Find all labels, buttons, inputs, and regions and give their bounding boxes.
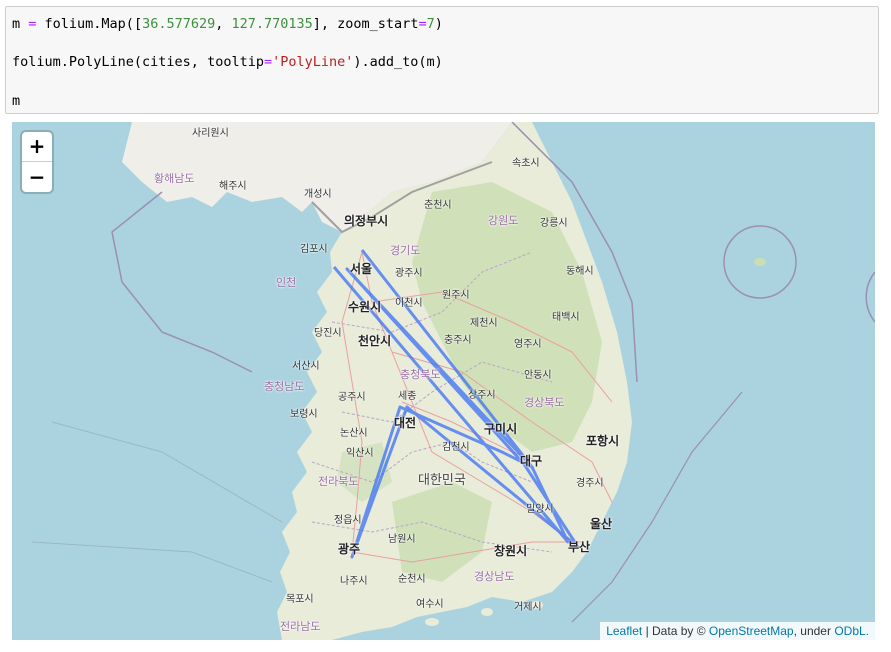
label-gyeongbuk: 경상북도: [524, 396, 565, 409]
label-dangjin: 당진시: [314, 328, 342, 339]
label-changwon: 창원시: [494, 544, 528, 558]
attribution-under: , under: [793, 624, 835, 638]
label-chungju: 충주시: [444, 335, 472, 346]
label-suncheon: 순천시: [398, 574, 426, 585]
label-pohang: 포항시: [586, 434, 620, 448]
label-gongju: 공주시: [338, 392, 366, 403]
label-suwon: 수원시: [348, 300, 382, 314]
code-line-3: m: [12, 93, 21, 109]
label-korea: 대한민국: [418, 473, 466, 488]
label-gangneung: 강릉시: [540, 218, 568, 229]
label-jeonnam: 전라남도: [280, 620, 321, 633]
code-cell[interactable]: m = folium.Map([36.577629, 127.770135], …: [5, 6, 879, 114]
label-gimpo: 김포시: [300, 244, 328, 255]
label-geoje: 거제시: [514, 602, 542, 613]
label-busan: 부산: [568, 540, 591, 554]
label-gimcheon: 김천시: [442, 442, 470, 453]
label-jeonbuk: 전라북도: [318, 475, 359, 488]
label-andong: 안동시: [524, 370, 552, 381]
map-view[interactable]: 사리원시 황해남도 해주시 개성시 속초시 춘천시 의정부시 강원도 강릉시 김…: [12, 122, 875, 640]
label-wonju: 원주시: [442, 290, 470, 301]
label-chungnam: 충청남도: [264, 380, 305, 393]
label-seoul: 서울: [350, 262, 373, 276]
label-jeongeup: 정읍시: [334, 515, 362, 526]
label-gyeongnam: 경상남도: [474, 570, 515, 583]
label-donghae: 동해시: [566, 266, 594, 277]
label-sejong: 세종: [398, 391, 417, 402]
map-attribution: Leaflet | Data by © OpenStreetMap, under…: [600, 622, 875, 640]
label-icheon: 이천시: [395, 298, 423, 309]
label-jecheon: 제천시: [470, 318, 498, 329]
label-chungbuk: 충청북도: [400, 368, 441, 381]
label-mokpo: 목포시: [286, 594, 314, 605]
label-hwanghae: 황해남도: [154, 172, 195, 185]
label-miryang: 밀양시: [526, 504, 554, 515]
osm-link[interactable]: OpenStreetMap: [709, 624, 794, 638]
code-line-2: folium.PolyLine(cities, tooltip='PolyLin…: [12, 54, 443, 70]
label-sokcho: 속초시: [512, 158, 540, 169]
code-line-1: m = folium.Map([36.577629, 127.770135], …: [12, 16, 443, 32]
label-gangwon: 강원도: [488, 214, 519, 227]
label-boryeong: 보령시: [290, 409, 318, 420]
label-kaesong: 개성시: [304, 189, 332, 200]
zoom-out-button[interactable]: −: [22, 162, 52, 192]
label-taebaek: 태백시: [552, 312, 580, 323]
label-sariwon: 사리원시: [192, 128, 229, 139]
label-ulsan: 울산: [590, 517, 613, 531]
label-gyeongju: 경주시: [576, 478, 604, 489]
label-incheon: 인천: [276, 276, 297, 289]
label-naju: 나주시: [340, 576, 368, 587]
label-nonsan: 논산시: [340, 428, 368, 439]
label-sangju: 상주시: [468, 390, 496, 401]
attribution-sep: | Data by ©: [642, 624, 709, 638]
label-namwon: 남원시: [388, 534, 416, 545]
label-seosan: 서산시: [292, 361, 320, 372]
zoom-control: + −: [22, 132, 52, 192]
label-gumi: 구미시: [484, 422, 518, 436]
label-cheonan: 천안시: [358, 334, 392, 348]
label-gwangju-gg: 광주시: [395, 268, 423, 279]
label-uijeongbu: 의정부시: [344, 214, 389, 228]
label-daegu: 대구: [520, 454, 543, 468]
label-gyeonggi: 경기도: [390, 244, 421, 257]
odbl-link[interactable]: ODbL.: [834, 624, 869, 638]
leaflet-link[interactable]: Leaflet: [606, 624, 642, 638]
label-haeju: 해주시: [219, 181, 247, 192]
zoom-in-button[interactable]: +: [22, 132, 52, 162]
label-yeongju: 영주시: [514, 339, 542, 350]
label-daejeon: 대전: [394, 416, 417, 430]
label-iksan: 익산시: [346, 448, 374, 459]
label-gwangju: 광주: [338, 542, 361, 556]
label-yeosu: 여수시: [416, 599, 444, 610]
label-chuncheon: 춘천시: [424, 200, 452, 211]
